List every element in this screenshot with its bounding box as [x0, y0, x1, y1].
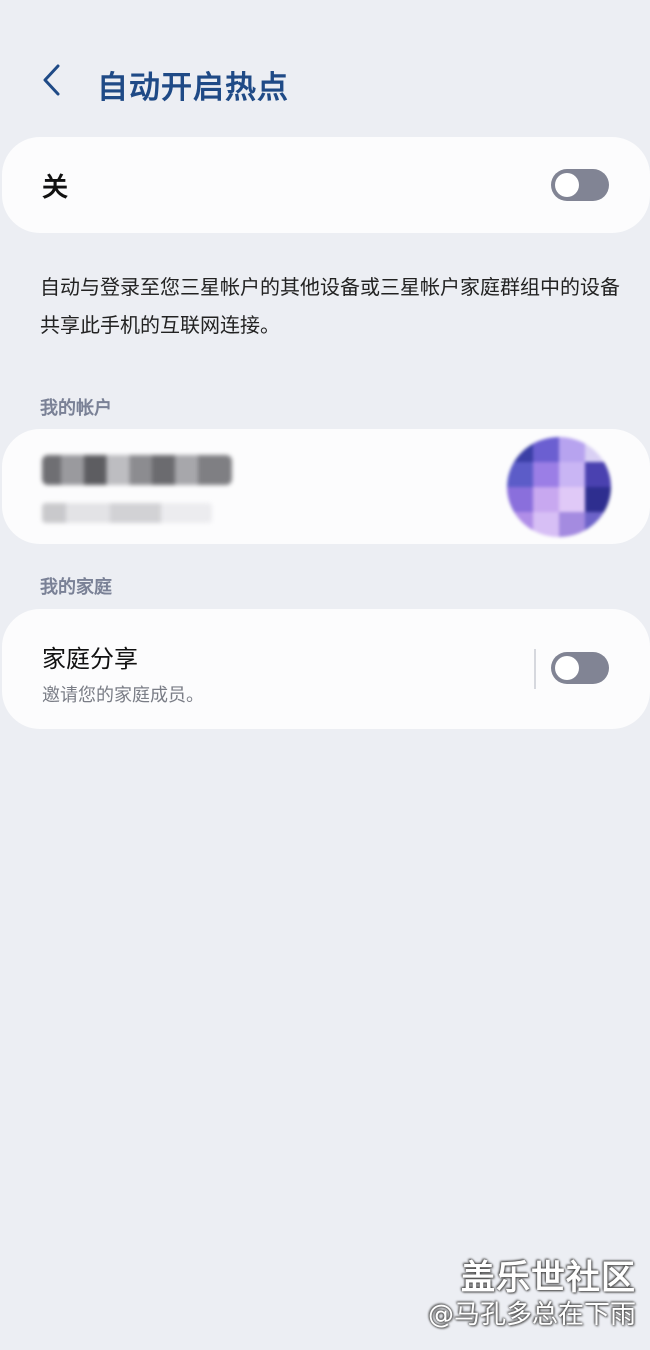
back-button[interactable]: [30, 58, 74, 102]
family-sharing-toggle[interactable]: [551, 652, 609, 684]
vertical-divider: [534, 649, 536, 689]
toggle-knob: [555, 173, 579, 197]
chevron-left-icon: [43, 64, 60, 96]
watermark-author: @马孔多总在下雨: [427, 1300, 636, 1330]
family-sharing-title: 家庭分享: [42, 645, 138, 673]
family-sharing-row[interactable]: 家庭分享 邀请您的家庭成员。: [2, 609, 650, 729]
family-sharing-subtitle: 邀请您的家庭成员。: [42, 685, 204, 706]
section-header-my-family: 我的家庭: [40, 577, 112, 598]
master-switch-label: 关: [42, 173, 69, 203]
master-switch-row[interactable]: 关: [2, 137, 650, 233]
feature-description: 自动与登录至您三星帐户的其他设备或三星帐户家庭群组中的设备共享此手机的互联网连接…: [40, 275, 620, 337]
avatar: [507, 437, 611, 537]
master-toggle-switch[interactable]: [551, 169, 609, 201]
watermark-community: 盖乐世社区: [461, 1258, 636, 1298]
section-header-my-account: 我的帐户: [40, 398, 112, 419]
account-name: [42, 455, 232, 485]
account-card[interactable]: [2, 429, 650, 544]
app-header: 自动开启热点: [0, 52, 650, 116]
page-title: 自动开启热点: [97, 70, 289, 106]
account-email: [42, 503, 212, 523]
toggle-knob: [555, 656, 579, 680]
